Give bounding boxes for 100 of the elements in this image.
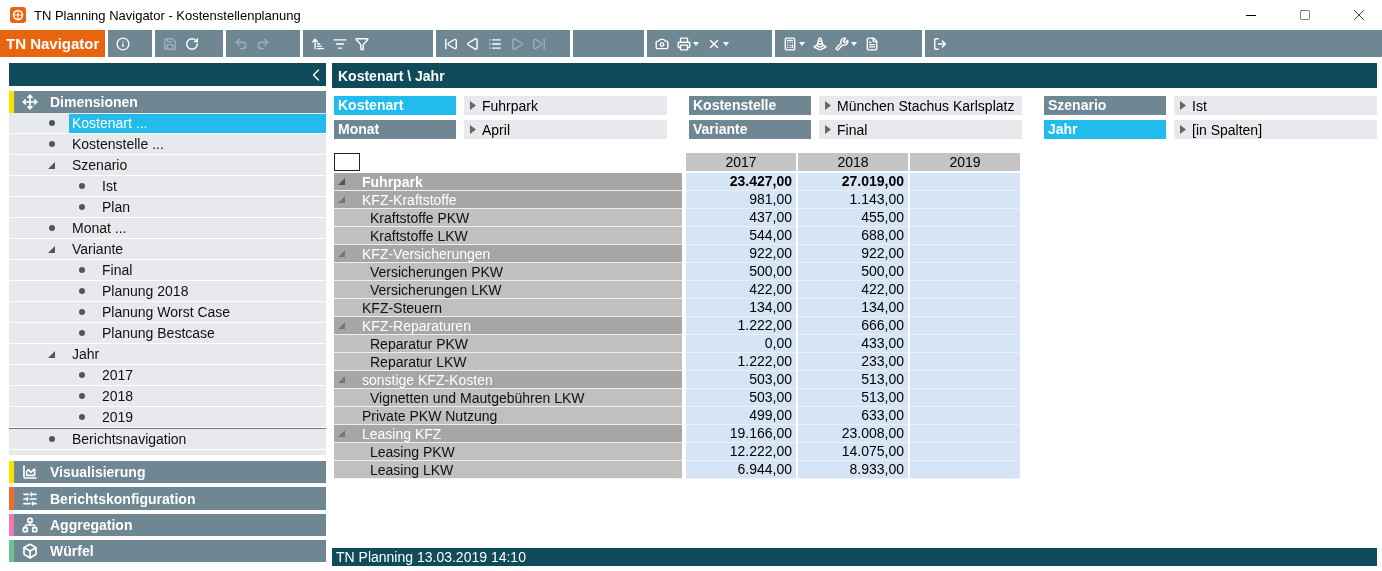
toolbar-button[interactable] [783,36,806,51]
tree-item[interactable]: Kostenstelle ... [69,134,326,154]
tree-item[interactable]: Plan [99,197,326,217]
table-cell: 1.143,00 [798,191,908,209]
toolbar-button[interactable] [444,36,459,51]
table-cell: 666,00 [798,317,908,335]
row-header[interactable]: Reparatur PKW [334,335,682,353]
table-cell: 422,00 [686,281,796,299]
column-header: 2018 [798,153,908,171]
tree-item[interactable]: 2018 [99,386,326,406]
toolbar-group [573,30,645,57]
filter-label[interactable]: Variante [689,120,811,139]
expanded-icon [338,250,345,257]
row-header[interactable]: Leasing LKW [334,461,682,479]
filter-value[interactable]: April [464,120,667,139]
table-cell: 6.944,00 [686,461,796,479]
traffic-cone-icon [813,36,828,51]
arrow-icon [1180,101,1186,110]
bullet-icon [79,330,85,337]
expanded-icon [338,178,345,185]
next-icon [510,36,525,51]
calculator-icon [783,36,798,51]
tree-item[interactable]: Planung Bestcase [99,323,326,343]
tree-item[interactable]: Berichtsnavigation [69,429,326,449]
toolbar-button[interactable] [865,36,880,51]
bullet-icon [79,288,85,295]
table-cell: 433,00 [798,335,908,353]
status-bar: TN Planning 13.03.2019 14:10 [332,548,1377,566]
table-cell: 500,00 [686,263,796,281]
table-cell: 27.019,00 [798,173,908,191]
tree-item[interactable]: Jahr [69,344,326,364]
list-icon [488,36,503,51]
toolbar-button[interactable] [933,36,948,51]
tree-item[interactable]: Ist [99,176,326,196]
toolbar-button[interactable] [333,36,348,51]
tree-item[interactable]: Variante [69,239,326,259]
corner-box[interactable] [334,153,360,171]
toolbar-button[interactable] [677,36,700,51]
filter-label[interactable]: Kostenstelle [689,96,811,115]
expanded-icon [338,376,345,383]
toolbar-button[interactable] [311,36,326,51]
tree-item[interactable]: Planung 2018 [99,281,326,301]
table-cell: 23.427,00 [686,173,796,191]
row-header[interactable]: Reparatur LKW [334,353,682,371]
row-header[interactable]: Versicherungen LKW [334,281,682,299]
toolbar-button[interactable] [835,36,858,51]
row-header[interactable]: Vignetten und Mautgebühren LKW [334,389,682,407]
filter-label[interactable]: Monat [334,120,456,139]
section-header[interactable]: Würfel [9,539,326,562]
tree-item[interactable]: Final [99,260,326,280]
row-header[interactable]: Kraftstoffe LKW [334,227,682,245]
table-cell: 422,00 [798,281,908,299]
table-cell: 633,00 [798,407,908,425]
brand-label: TN Navigator [0,30,106,57]
toolbar-button[interactable] [813,36,828,51]
row-header[interactable]: Versicherungen PKW [334,263,682,281]
bullet-icon [79,372,85,379]
arrow-icon [470,125,476,134]
filter-label[interactable]: Szenario [1044,96,1166,115]
row-header[interactable]: Private PKW Nutzung [334,407,682,425]
filter-value[interactable]: [in Spalten] [1174,120,1377,139]
toolbar-button[interactable] [466,36,481,51]
logout-icon [933,36,948,51]
section-header[interactable]: Berichtskonfiguration [9,487,326,510]
row-header[interactable]: KFZ-Steuern [334,299,682,317]
window-title: TN Planning Navigator - Kostenstellenplanung [34,7,302,23]
refresh-icon [185,36,200,51]
tree-item[interactable]: Szenario [69,155,326,175]
sliders-icon [22,490,38,507]
arrow-icon [470,101,476,110]
toolbar-button[interactable] [655,36,670,51]
arrow-icon [825,101,831,110]
row-header[interactable]: Kraftstoffe PKW [334,209,682,227]
row-header[interactable]: Leasing PKW [334,443,682,461]
save-icon [163,36,178,51]
arrows-icon [22,94,38,111]
table-cell: 503,00 [686,371,796,389]
toolbar-button[interactable] [488,36,503,51]
bullet-icon [49,225,55,232]
section-header[interactable]: Aggregation [9,513,326,536]
tree-item[interactable]: 2019 [99,407,326,427]
filter-value[interactable]: München Stachus Karlsplatz [819,96,1022,115]
table-cell: 19.166,00 [686,425,796,443]
tree-item[interactable]: Planung Worst Case [99,302,326,322]
caret-icon [693,41,700,46]
wrench-icon [835,36,850,51]
section-header[interactable]: Dimensionen [9,91,326,114]
filter-value[interactable]: Fuhrpark [464,96,667,115]
previous-icon [466,36,481,51]
table-cell: 12.222,00 [686,443,796,461]
filter-value[interactable]: Final [819,120,1022,139]
tree-item[interactable]: 2017 [99,365,326,385]
table-cell: 500,00 [798,263,908,281]
filter-value[interactable]: Ist [1174,96,1377,115]
table-cell: 455,00 [798,209,908,227]
tree-item[interactable]: Monat ... [69,218,326,238]
view-title: Kostenart \ Jahr [332,63,1377,88]
section-header[interactable]: Visualisierung [9,461,326,484]
column-header: 2019 [910,153,1020,171]
app-logo-icon [10,7,26,23]
